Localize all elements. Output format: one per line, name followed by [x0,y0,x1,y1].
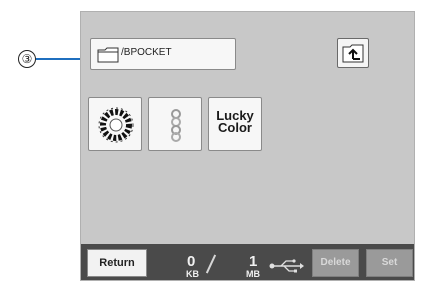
memory-used-unit: KB [186,269,199,279]
lucky-color-line2: Color [218,120,252,135]
memory-total-unit: MB [246,269,260,279]
lucky-color-button[interactable]: Lucky Color [208,97,262,151]
chain-design-icon [171,109,181,142]
folder-icon [97,47,119,63]
wreath-design-icon [98,107,134,143]
current-folder-button[interactable]: /BPOCKET [90,38,236,70]
delete-button[interactable]: Delete [312,249,359,277]
usb-icon [269,259,304,273]
design-tile-chain[interactable] [148,97,202,151]
set-button[interactable]: Set [366,249,413,277]
return-button[interactable]: Return [87,249,147,277]
folder-up-button[interactable] [337,38,369,68]
callout-marker: ③ [18,50,36,68]
folder-path: /BPOCKET [121,47,172,58]
lucky-color-label: Lucky Color [209,109,261,135]
folder-up-icon [342,44,364,63]
memory-used-value: 0 [187,253,196,270]
design-tile-wreath[interactable] [88,97,142,151]
memory-total-value: 1 [249,253,258,270]
callout-number: ③ [21,52,33,66]
